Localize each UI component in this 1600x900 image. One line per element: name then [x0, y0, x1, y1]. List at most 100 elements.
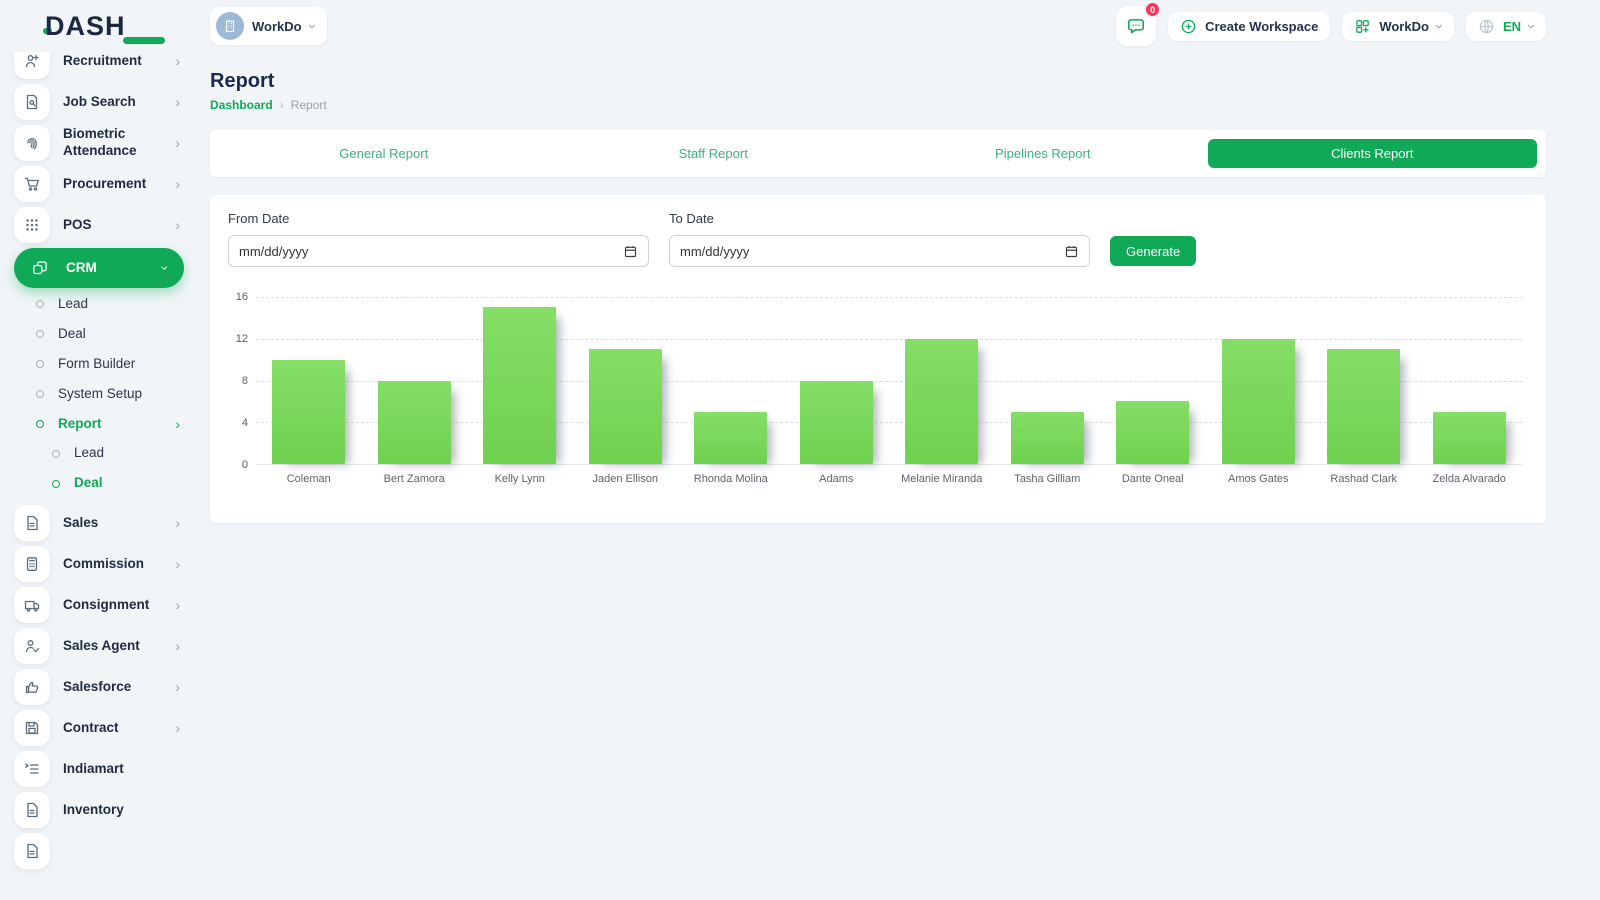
bar-slot-amos-gates	[1206, 297, 1312, 464]
chevron-right-icon: ›	[175, 639, 180, 653]
tab-pipelines-report[interactable]: Pipelines Report	[878, 139, 1208, 168]
sidebar-item-salesforce[interactable]: Salesforce›	[14, 669, 184, 705]
sidebar-item-indiamart[interactable]: Indiamart	[14, 751, 184, 787]
sidebar-item-deal-sub[interactable]: Deal	[52, 475, 184, 492]
chat-bubble-icon	[1126, 16, 1146, 36]
sidebar-item-label: Inventory	[63, 802, 184, 819]
workspace-switcher[interactable]: WorkDo ›	[210, 7, 327, 45]
sidebar-item-label: Sales Agent	[63, 638, 175, 655]
sidebar[interactable]: Recruitment›Job Search›Biometric Attenda…	[0, 52, 198, 900]
sidebar-item-commission[interactable]: Commission›	[14, 546, 184, 582]
sidebar-item-crm[interactable]: CRM›	[14, 248, 184, 288]
document-icon	[14, 505, 50, 541]
sidebar-item-label: Lead	[74, 445, 184, 462]
bullet-icon	[36, 390, 44, 398]
to-date-label: To Date	[669, 211, 1090, 226]
x-axis-label: Melanie Miranda	[889, 473, 995, 485]
sidebar-item-label: Deal	[74, 475, 184, 492]
from-date-input[interactable]: mm/dd/yyyy	[228, 235, 649, 267]
from-date-label: From Date	[228, 211, 649, 226]
calendar-icon	[623, 244, 638, 259]
sidebar-item-consignment[interactable]: Consignment›	[14, 587, 184, 623]
chevron-right-icon: ›	[175, 95, 180, 109]
tab-general-report[interactable]: General Report	[219, 139, 549, 168]
messages-button[interactable]: 0	[1116, 6, 1156, 46]
bar-slot-melanie-miranda	[889, 297, 995, 464]
bar-dante-oneal	[1116, 401, 1189, 464]
date-filter-form: From Date mm/dd/yyyy To Date mm/dd/yyyy …	[228, 211, 1522, 267]
cart-icon	[14, 166, 50, 202]
sidebar-item-recruitment[interactable]: Recruitment›	[14, 52, 184, 79]
chevron-down-icon: ›	[1524, 24, 1539, 29]
language-selector[interactable]: EN ›	[1466, 12, 1546, 41]
bar-amos-gates	[1222, 339, 1295, 464]
sidebar-item-label: Form Builder	[58, 356, 184, 373]
sidebar-item-sales-agent[interactable]: Sales Agent›	[14, 628, 184, 664]
sidebar-item-system-setup[interactable]: System Setup	[36, 386, 184, 403]
crm-icon	[22, 250, 58, 286]
y-axis-tick: 4	[242, 417, 248, 429]
sidebar-item-label: Job Search	[63, 94, 175, 111]
bar-bert-zamora	[378, 381, 451, 465]
bar-slot-adams	[784, 297, 890, 464]
grid-dots-icon	[14, 207, 50, 243]
sidebar-item-label: POS	[63, 217, 175, 234]
sidebar-item-procurement[interactable]: Procurement›	[14, 166, 184, 202]
tab-staff-report[interactable]: Staff Report	[549, 139, 879, 168]
plus-circle-icon	[1180, 18, 1197, 35]
create-workspace-label: Create Workspace	[1205, 19, 1318, 34]
tab-clients-report[interactable]: Clients Report	[1208, 139, 1538, 168]
breadcrumb-separator-icon: ›	[280, 98, 284, 112]
to-date-input[interactable]: mm/dd/yyyy	[669, 235, 1090, 267]
sidebar-item-more[interactable]	[14, 833, 184, 869]
sidebar-item-label: Consignment	[63, 597, 175, 614]
chevron-right-icon: ›	[175, 516, 180, 530]
chevron-right-icon: ›	[175, 680, 180, 694]
bullet-icon	[52, 480, 60, 488]
sidebar-item-report[interactable]: Report›	[36, 416, 184, 433]
clients-bar-chart: 1612840 ColemanBert ZamoraKelly LynnJade…	[228, 297, 1522, 485]
chevron-down-icon: ›	[305, 24, 320, 29]
sidebar-item-job-search[interactable]: Job Search›	[14, 84, 184, 120]
chart-x-labels: ColemanBert ZamoraKelly LynnJaden Elliso…	[256, 473, 1522, 485]
sidebar-item-label: Sales	[63, 515, 175, 532]
bullet-icon	[36, 330, 44, 338]
create-workspace-button[interactable]: Create Workspace	[1168, 12, 1330, 41]
chevron-right-icon: ›	[175, 557, 180, 571]
save-icon	[14, 710, 50, 746]
sidebar-item-form-builder[interactable]: Form Builder	[36, 356, 184, 373]
generate-button[interactable]: Generate	[1110, 236, 1196, 266]
thumbs-up-icon	[14, 669, 50, 705]
sidebar-item-deal[interactable]: Deal	[36, 326, 184, 343]
sidebar-item-pos[interactable]: POS›	[14, 207, 184, 243]
app-switcher[interactable]: WorkDo ›	[1342, 12, 1454, 41]
sidebar-item-biometric-attendance[interactable]: Biometric Attendance›	[14, 125, 184, 161]
sidebar-item-sales[interactable]: Sales›	[14, 505, 184, 541]
notification-badge: 0	[1144, 1, 1161, 18]
bullet-icon	[36, 420, 44, 428]
chart-y-axis: 1612840	[228, 297, 256, 465]
document-icon	[14, 833, 50, 869]
bar-slot-bert-zamora	[362, 297, 468, 464]
top-header: DASH WorkDo › 0 Create Workspace WorkDo …	[0, 0, 1600, 52]
from-date-field: From Date mm/dd/yyyy	[228, 211, 649, 267]
sidebar-item-lead[interactable]: Lead	[36, 296, 184, 313]
sidebar-item-contract[interactable]: Contract›	[14, 710, 184, 746]
breadcrumb-dashboard-link[interactable]: Dashboard	[210, 98, 273, 112]
chevron-right-icon: ›	[175, 177, 180, 191]
user-plus-icon	[14, 52, 50, 79]
list-icon	[14, 751, 50, 787]
bullet-icon	[36, 300, 44, 308]
globe-icon	[1478, 18, 1495, 35]
bar-jaden-ellison	[589, 349, 662, 464]
chart-plot-area	[256, 297, 1522, 465]
bar-kelly-lynn	[483, 307, 556, 464]
sidebar-item-inventory[interactable]: Inventory	[14, 792, 184, 828]
x-axis-label: Kelly Lynn	[467, 473, 573, 485]
language-code: EN	[1503, 19, 1521, 34]
bullet-icon	[36, 360, 44, 368]
workspace-name: WorkDo	[252, 19, 302, 34]
sidebar-item-lead-sub[interactable]: Lead	[52, 445, 184, 462]
x-axis-label: Dante Oneal	[1100, 473, 1206, 485]
main-content: Report Dashboard › Report General Report…	[210, 52, 1546, 900]
